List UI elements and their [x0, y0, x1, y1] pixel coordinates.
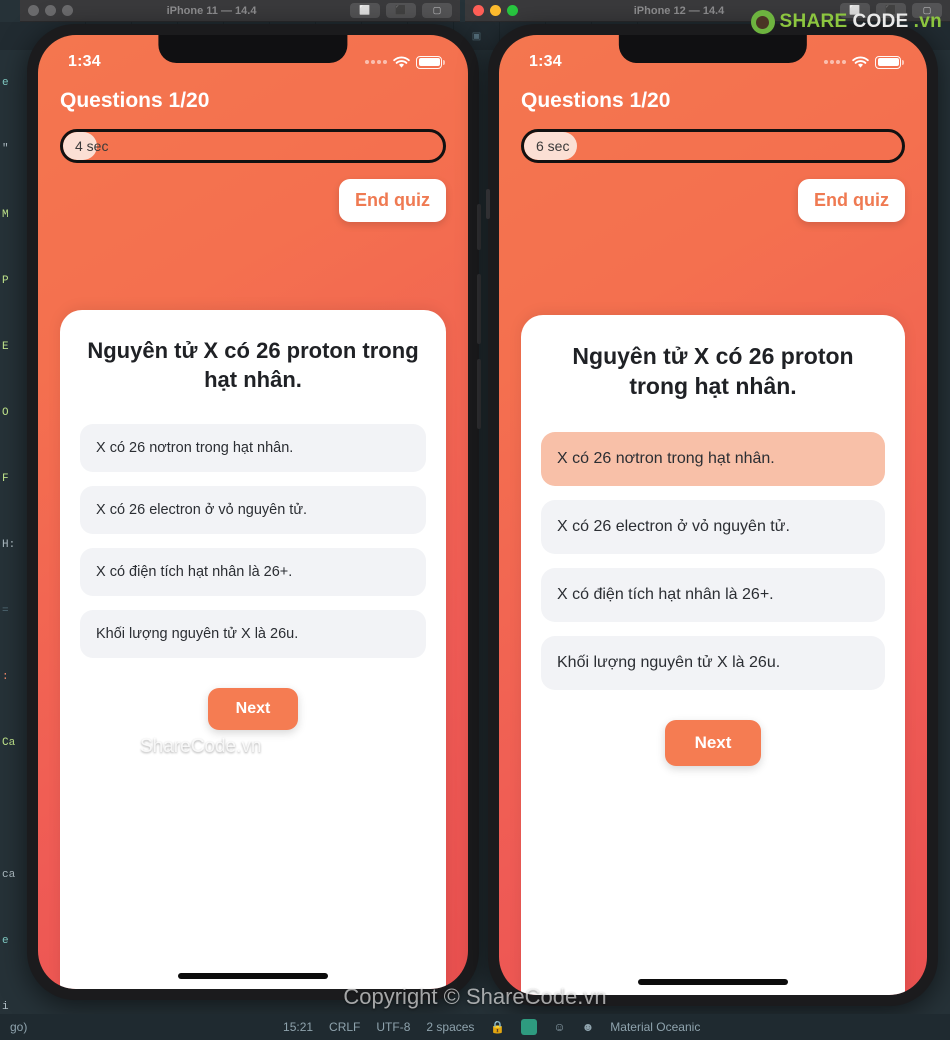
status-theme-name[interactable]: Material Oceanic [610, 1020, 700, 1034]
side-button-volume-down[interactable] [477, 359, 481, 429]
phone-screen-right: 1:34 Questions 1/20 6 sec End quiz Nguyê… [499, 35, 927, 995]
status-cursor-time[interactable]: 15:21 [283, 1020, 313, 1034]
status-indent[interactable]: 2 spaces [426, 1020, 474, 1034]
end-quiz-button[interactable]: End quiz [339, 179, 446, 222]
status-left-text: go) [10, 1020, 28, 1034]
option-item[interactable]: Khối lượng nguyên tử X là 26u. [541, 635, 885, 690]
question-counter: Questions 1/20 [521, 89, 671, 112]
question-card-left: Nguyên tử X có 26 proton trong hạt nhân.… [60, 310, 446, 989]
wifi-icon [852, 55, 869, 69]
quiz-header-right: Questions 1/20 6 sec End quiz [499, 79, 927, 222]
question-text: Nguyên tử X có 26 proton trong hạt nhân. [87, 338, 419, 393]
simulator-window-left-titlebar[interactable]: iPhone 11 — 14.4 ⬜ ⬛ ▢ [20, 0, 460, 22]
home-indicator[interactable] [178, 973, 328, 979]
ios-status-bar-right: 1:34 [499, 35, 927, 79]
option-item-selected[interactable]: X có 26 nơtron trong hạt nhân. [541, 431, 885, 486]
smiley-icon[interactable]: ☺ [553, 1020, 565, 1034]
logo-vn-text: .vn [913, 11, 942, 32]
window-traffic-lights-right[interactable] [473, 5, 518, 16]
minimize-window-button[interactable] [490, 5, 501, 16]
side-button-mute[interactable] [477, 204, 481, 250]
close-window-button[interactable] [473, 5, 484, 16]
sharecode-ring-icon [750, 10, 775, 34]
option-item[interactable]: X có 26 electron ở vỏ nguyên tử. [541, 499, 885, 554]
battery-icon [416, 55, 445, 69]
option-item[interactable]: X có điện tích hạt nhân là 26+. [541, 567, 885, 622]
phone-iphone-12: 1:34 Questions 1/20 6 sec End quiz Nguyê… [486, 24, 938, 1006]
timer-label: 4 sec [75, 138, 109, 154]
close-window-button[interactable] [28, 5, 39, 16]
battery-icon [875, 55, 904, 69]
logo-share-text: SHARE [779, 11, 848, 32]
end-quiz-button[interactable]: End quiz [798, 179, 905, 222]
side-button-volume-up[interactable] [477, 274, 481, 344]
status-time: 1:34 [68, 53, 101, 70]
minimize-window-button[interactable] [45, 5, 56, 16]
logo-code-text: CODE [852, 11, 909, 32]
zoom-window-button[interactable] [507, 5, 518, 16]
timer-label: 6 sec [536, 138, 570, 154]
ios-status-bar-left: 1:34 [38, 35, 468, 79]
sharecode-logo-watermark: SHARE CODE .vn [750, 10, 942, 34]
status-encoding[interactable]: UTF-8 [376, 1020, 410, 1034]
cellular-dots-icon [824, 60, 846, 64]
wifi-icon [393, 55, 410, 69]
ide-status-bar: go) 15:21 CRLF UTF-8 2 spaces 🔒 ☺ ☻ Mate… [0, 1014, 950, 1040]
status-green-badge[interactable] [521, 1019, 538, 1035]
option-item[interactable]: Khối lượng nguyên tử X là 26u. [80, 610, 426, 659]
next-button[interactable]: Next [207, 688, 299, 731]
screenshot-icon[interactable]: ⬜ [350, 3, 380, 18]
option-item[interactable]: X có 26 electron ở vỏ nguyên tử. [80, 486, 426, 535]
question-card-right: Nguyên tử X có 26 proton trong hạt nhân.… [521, 315, 905, 995]
question-text: Nguyên tử X có 26 proton trong hạt nhân. [572, 343, 854, 400]
simulator-title-left: iPhone 11 — 14.4 [166, 4, 257, 17]
question-counter: Questions 1/20 [60, 89, 210, 112]
option-item[interactable]: X có 26 nơtron trong hạt nhân. [80, 424, 426, 473]
phone-iphone-11: 1:34 Questions 1/20 4 sec End quiz Nguyê… [27, 24, 481, 1000]
next-button[interactable]: Next [664, 719, 762, 766]
side-button-mute[interactable] [486, 189, 490, 219]
timer-progress-bar: 4 sec [60, 129, 446, 163]
quiz-header-left: Questions 1/20 4 sec End quiz [38, 79, 468, 222]
phone-screen-left: 1:34 Questions 1/20 4 sec End quiz Nguyê… [38, 35, 468, 989]
smiley-alt-icon[interactable]: ☻ [582, 1020, 595, 1034]
cellular-dots-icon [365, 60, 387, 64]
zoom-window-button[interactable] [62, 5, 73, 16]
options-list-left: X có 26 nơtron trong hạt nhân. X có 26 e… [80, 424, 426, 659]
option-item[interactable]: X có điện tích hạt nhân là 26+. [80, 548, 426, 597]
options-list-right: X có 26 nơtron trong hạt nhân. X có 26 e… [541, 431, 885, 690]
square-icon[interactable]: ▢ [422, 3, 452, 18]
status-time: 1:34 [529, 53, 562, 70]
window-traffic-lights-left[interactable] [28, 5, 73, 16]
simulator-toolbar-left[interactable]: ⬜ ⬛ ▢ [350, 3, 452, 18]
home-indicator[interactable] [638, 979, 788, 985]
door-icon[interactable]: ⬛ [386, 3, 416, 18]
lock-icon[interactable]: 🔒 [490, 1020, 505, 1034]
status-line-ending[interactable]: CRLF [329, 1020, 360, 1034]
timer-progress-bar: 6 sec [521, 129, 905, 163]
